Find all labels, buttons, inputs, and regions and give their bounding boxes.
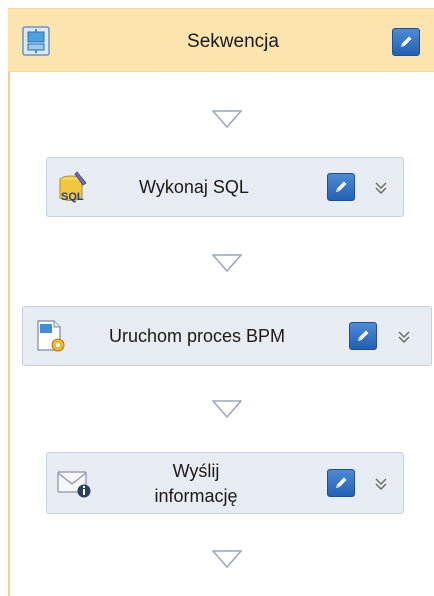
arrow-down-triangle-icon [211, 400, 243, 419]
sequence-title: Sekwencja [187, 31, 279, 52]
double-chevron-down-icon[interactable] [374, 476, 388, 492]
double-chevron-down-icon[interactable] [374, 180, 388, 196]
arrow-down-triangle-icon [211, 110, 243, 129]
pencil-icon [333, 179, 349, 195]
sequence-edit-button[interactable] [392, 28, 420, 56]
activity-edit-button[interactable] [327, 469, 355, 497]
activity-edit-button[interactable] [349, 322, 377, 350]
activity-label: Wykonaj SQL [139, 177, 249, 197]
sequence-header[interactable]: Sekwencja [8, 8, 434, 72]
double-chevron-down-icon[interactable] [397, 329, 411, 345]
pencil-icon [333, 475, 349, 491]
activity-card-bpm[interactable]: Uruchom proces BPM [22, 306, 432, 366]
activity-label-line1: Wyślij [172, 461, 220, 481]
arrow-down-triangle-icon [211, 254, 243, 273]
activity-label-line2: informację [154, 486, 238, 506]
mail-info-icon [57, 469, 93, 504]
activity-label: Uruchom proces BPM [108, 326, 286, 346]
svg-text:SQL: SQL [61, 191, 84, 203]
activity-edit-button[interactable] [327, 173, 355, 201]
activity-card-send-info[interactable]: Wyślij informację [46, 452, 404, 514]
workflow-canvas: Sekwencja SQL Wykonaj SQL Uruchom proces… [0, 0, 434, 596]
activity-card-sql[interactable]: SQL Wykonaj SQL [46, 157, 404, 217]
sql-icon: SQL [57, 170, 93, 209]
pencil-icon [355, 328, 371, 344]
arrow-down-triangle-icon [211, 550, 243, 569]
sequence-icon [22, 26, 50, 56]
sequence-border [8, 72, 10, 596]
pencil-icon [398, 34, 414, 50]
bpm-process-icon [34, 318, 68, 359]
